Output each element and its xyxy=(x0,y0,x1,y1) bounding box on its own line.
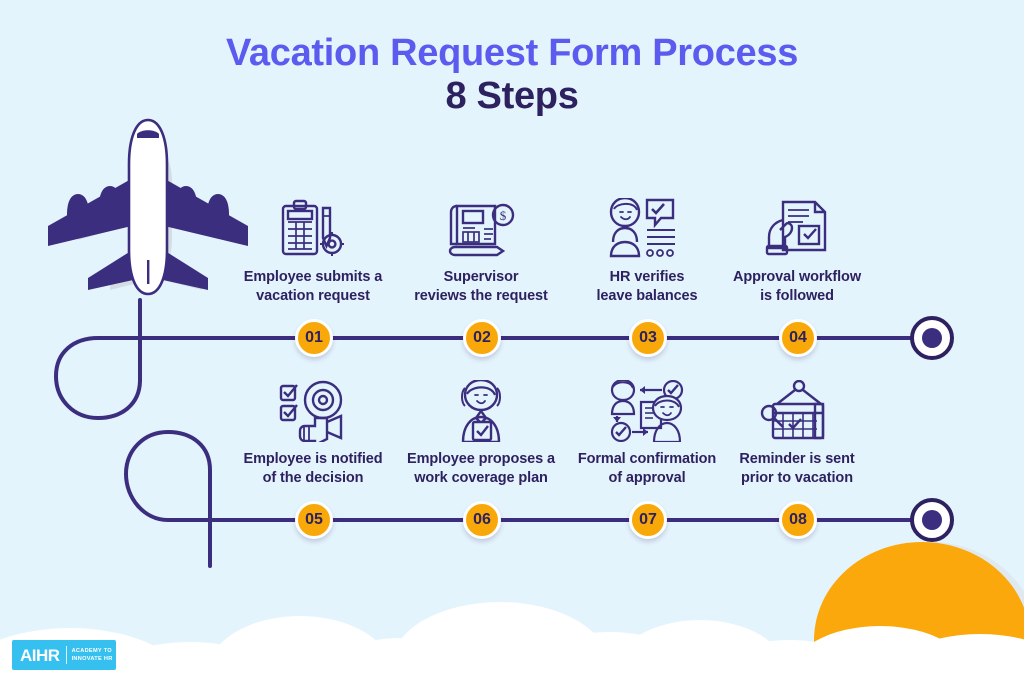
step-05-label-line1: Employee is notified xyxy=(243,451,383,467)
cloud-icon xyxy=(0,602,1024,680)
step-04[interactable]: Approval workflow is followed xyxy=(712,190,882,305)
step-badge-05[interactable]: 05 xyxy=(295,501,333,539)
step-07-label: Formal confirmation of approval xyxy=(562,450,732,487)
sun-icon xyxy=(814,542,1024,680)
step-05-label-line2: of the decision xyxy=(262,469,364,486)
step-badge-04[interactable]: 04 xyxy=(779,319,817,357)
aihr-logo[interactable]: AIHR ACADEMY TO INNOVATE HR xyxy=(12,640,116,670)
step-08-label-line1: Reminder is sent xyxy=(739,451,855,467)
step-05[interactable]: Employee is notified of the decision xyxy=(228,372,398,487)
step-badge-08[interactable]: 08 xyxy=(779,501,817,539)
timeline-endcap-icon-row-2 xyxy=(910,498,954,542)
step-badge-01[interactable]: 01 xyxy=(295,319,333,357)
step-03-label: HR verifies leave balances xyxy=(562,268,732,305)
step-badge-02[interactable]: 02 xyxy=(463,319,501,357)
hanging-calendar-magnifier-icon xyxy=(712,372,882,442)
step-group-row-2: Employee is notified of the decision Emp… xyxy=(0,372,1024,486)
step-03-label-line2: leave balances xyxy=(596,287,698,304)
step-07-label-line2: of approval xyxy=(608,469,686,486)
step-07-label-line1: Formal confirmation xyxy=(577,451,717,467)
step-04-label-line2: is followed xyxy=(760,287,834,304)
title-line-2: 8 Steps xyxy=(445,74,579,117)
step-06[interactable]: Employee proposes a work coverage plan xyxy=(396,372,566,487)
svg-text:$: $ xyxy=(500,208,507,223)
clipboard-calendar-pencil-gear-icon xyxy=(228,190,398,260)
hand-holding-document-checkbox-icon xyxy=(712,190,882,260)
step-04-label-line1: Approval workflow xyxy=(732,269,861,285)
step-01-label-line1: Employee submits a xyxy=(243,269,383,285)
step-badge-07[interactable]: 07 xyxy=(629,501,667,539)
step-08[interactable]: Reminder is sent prior to vacation xyxy=(712,372,882,487)
step-08-label: Reminder is sent prior to vacation xyxy=(712,450,882,487)
page-title: Vacation Request Form Process 8 Steps xyxy=(0,32,1024,117)
step-group-row-1: Employee submits a vacation request $ Su… xyxy=(0,190,1024,304)
logo-tagline-line1: ACADEMY TO xyxy=(71,647,112,654)
step-07[interactable]: Formal confirmation of approval xyxy=(562,372,732,487)
step-06-label-line1: Employee proposes a xyxy=(407,451,555,467)
logo-wordmark: AIHR xyxy=(20,645,60,665)
step-08-label-line2: prior to vacation xyxy=(741,469,853,486)
title-line-1: Vacation Request Form Process xyxy=(225,32,799,74)
step-04-label: Approval workflow is followed xyxy=(712,268,882,305)
step-03[interactable]: HR verifies leave balances xyxy=(562,190,732,305)
hr-person-checkmark-bubble-icon xyxy=(562,190,732,260)
person-holding-plan-document-icon xyxy=(396,372,566,442)
logo-divider xyxy=(65,646,67,664)
logo-tagline-line2: INNOVATE HR xyxy=(71,656,113,662)
endcap-dot xyxy=(922,328,942,348)
step-01[interactable]: Employee submits a vacation request xyxy=(228,190,398,305)
step-02-label-line2: reviews the request xyxy=(414,287,548,304)
step-badge-06[interactable]: 06 xyxy=(463,501,501,539)
step-03-label-line1: HR verifies xyxy=(609,269,685,285)
infographic-canvas: Vacation Request Form Process 8 Steps Em… xyxy=(0,0,1024,680)
checklist-megaphone-icon xyxy=(228,372,398,442)
logo-tagline: ACADEMY TO INNOVATE HR xyxy=(67,647,113,664)
step-01-label-line2: vacation request xyxy=(256,287,370,304)
step-06-label: Employee proposes a work coverage plan xyxy=(396,450,566,487)
step-02-label-line1: Supervisor xyxy=(443,269,519,285)
step-01-label: Employee submits a vacation request xyxy=(228,268,398,305)
step-badge-03[interactable]: 03 xyxy=(629,319,667,357)
step-06-label-line2: work coverage plan xyxy=(414,469,548,486)
timeline-endcap-icon-row-1 xyxy=(910,316,954,360)
report-document-dollar-pen-icon: $ xyxy=(396,190,566,260)
step-02[interactable]: $ Supervisor reviews the request xyxy=(396,190,566,305)
step-02-label: Supervisor reviews the request xyxy=(396,268,566,305)
two-people-workflow-check-icon xyxy=(562,372,732,442)
endcap-dot xyxy=(922,510,942,530)
step-05-label: Employee is notified of the decision xyxy=(228,450,398,487)
